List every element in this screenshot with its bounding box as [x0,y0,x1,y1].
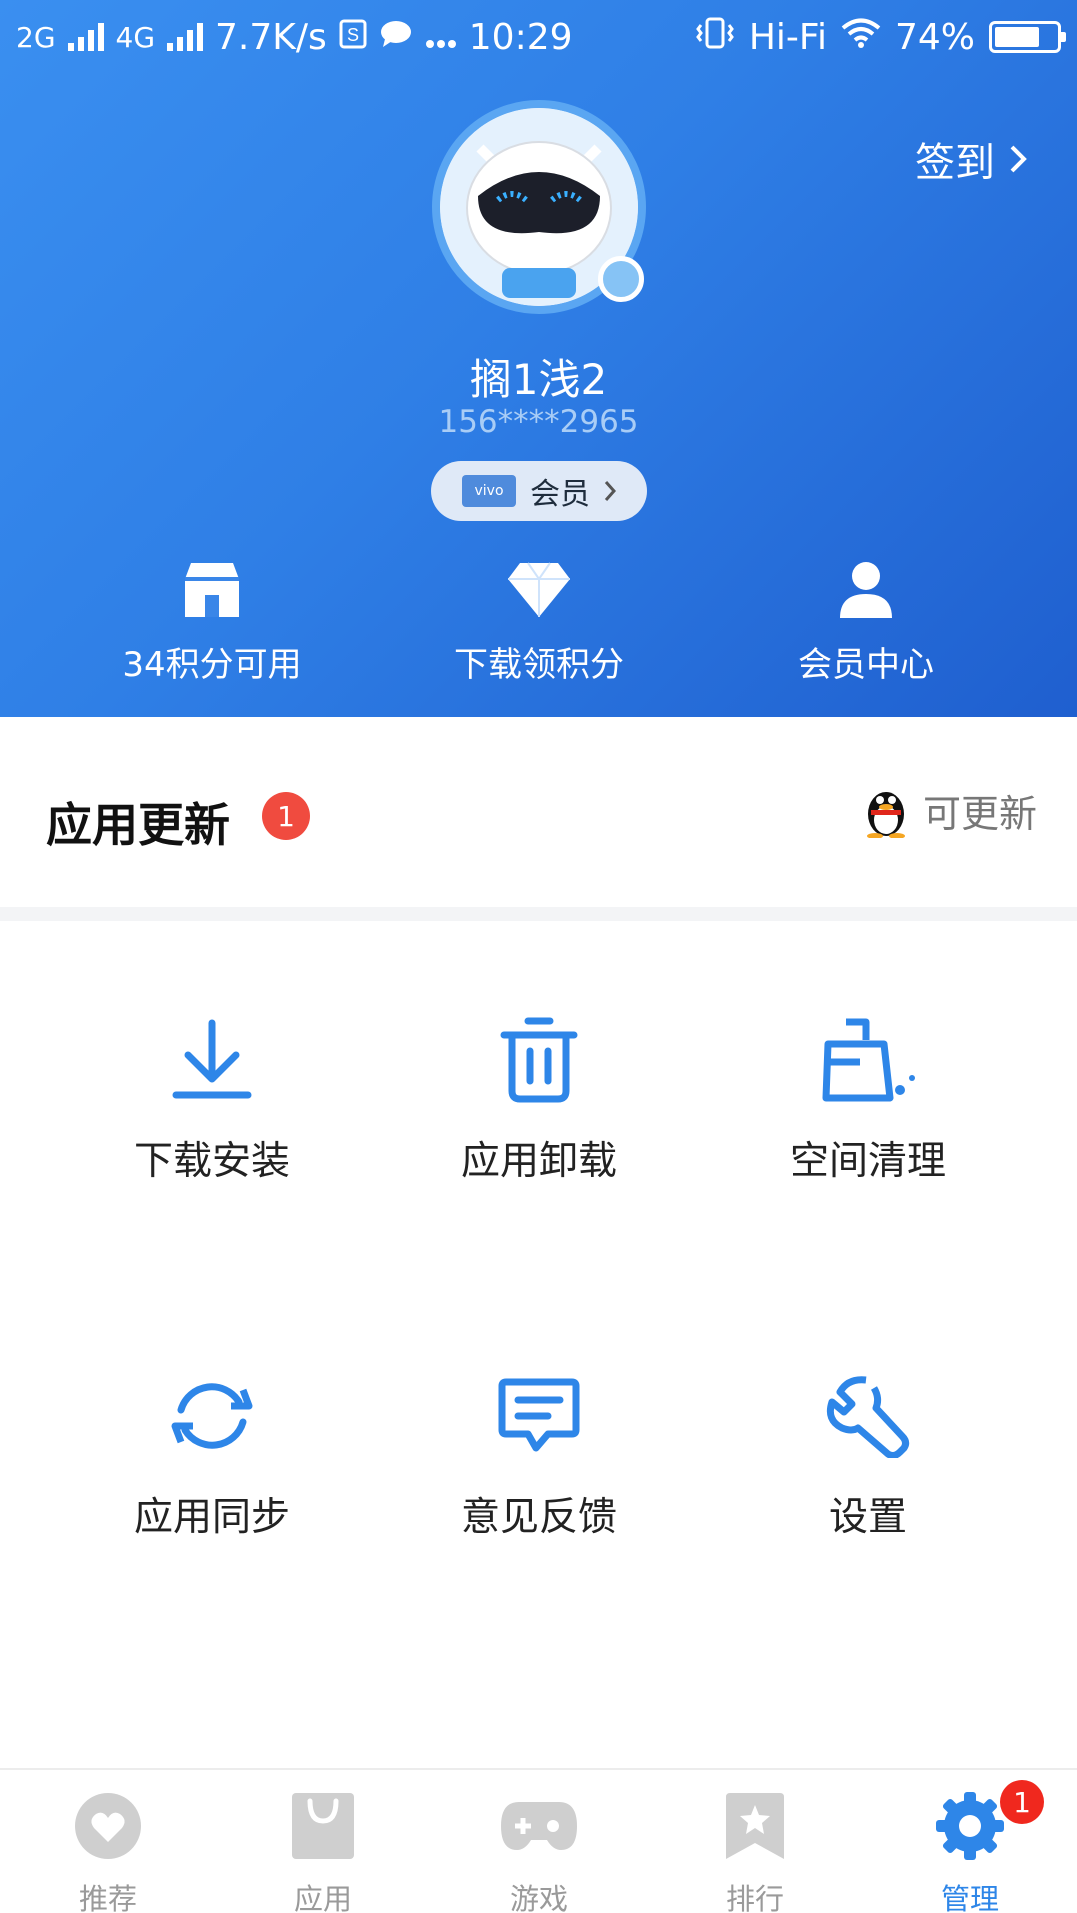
trash-icon [500,1017,578,1103]
signal-icon [167,23,204,51]
phone-number: 156****2965 [438,404,639,440]
tab-label: 管理 [940,1882,999,1913]
download-icon [172,1019,252,1099]
store-icon [185,563,239,617]
gamepad-icon [501,1802,577,1850]
updatable-label: 可更新 [922,792,1037,836]
battery-percent: 74% [894,16,975,58]
updatable-apps[interactable]: 可更新 [863,783,1037,838]
app-update-title: 应用更新 [46,798,230,852]
tool-label: 应用同步 [133,1495,290,1540]
svg-text:S: S [347,25,359,45]
vip-member-button[interactable]: vivo 会员 [431,461,647,521]
member-center-button[interactable]: 会员中心 [716,555,1016,686]
checkin-button[interactable]: 签到 [915,130,1027,188]
quick-action-label: 下载领积分 [454,645,624,685]
status-bar: 2G 4G 7.7K/s S 10:29 Hi-Fi 74% [0,0,1077,76]
chevron-right-icon [604,481,616,501]
qq-penguin-icon [866,791,905,838]
app-uninstall-button[interactable]: 应用卸载 [374,1010,704,1186]
wrench-icon [826,1376,910,1458]
tool-label: 空间清理 [789,1139,946,1184]
tab-label: 排行 [725,1882,784,1913]
tool-label: 设置 [828,1495,907,1540]
section-divider [0,907,1077,921]
quick-actions: 34积分可用 下载领积分 会员中心 [0,555,1077,695]
sync-icon [171,1383,253,1449]
app-sync-button[interactable]: 应用同步 [47,1366,377,1542]
vibrate-icon [695,16,735,59]
broom-icon [822,1018,915,1102]
tab-ranking[interactable]: 排行 [675,1788,835,1913]
app-update-row[interactable]: 应用更新 可更新 [0,717,1077,907]
more-dots-icon [425,17,457,58]
tab-label: 应用 [293,1882,352,1913]
download-for-points-button[interactable]: 下载领积分 [389,555,689,686]
feedback-icon [498,1378,580,1452]
profile-header: 2G 4G 7.7K/s S 10:29 Hi-Fi 74% 签到 搁1浅2 1… [0,0,1077,717]
message-bubble-icon [379,17,413,58]
feedback-button[interactable]: 意见反馈 [374,1366,704,1542]
vivo-logo-icon: vivo [462,475,516,507]
update-count-badge: 1 [262,792,310,840]
network-label-4g: 4G [115,20,156,54]
verified-badge-icon [598,256,644,302]
points-available-button[interactable]: 34积分可用 [62,555,362,686]
manage-notification-badge: 1 [1000,1780,1044,1824]
checkin-label: 签到 [915,140,995,186]
hifi-label: Hi-Fi [748,16,827,58]
settings-button[interactable]: 设置 [703,1366,1033,1542]
wifi-icon [841,17,881,58]
tool-label: 应用卸载 [460,1139,617,1184]
bag-icon [292,1793,354,1859]
quick-action-label: 会员中心 [798,645,934,685]
tool-label: 意见反馈 [460,1495,617,1540]
network-speed: 7.7K/s [215,16,327,58]
heart-icon [75,1793,141,1859]
tab-label: 游戏 [509,1882,568,1913]
space-cleanup-button[interactable]: 空间清理 [703,1010,1033,1186]
vip-label: 会员 [530,477,590,512]
avatar[interactable] [432,100,646,314]
network-label-2g: 2G [16,20,56,54]
rank-bookmark-icon [726,1793,784,1859]
gear-icon [936,1792,1004,1860]
tab-games[interactable]: 游戏 [459,1788,619,1913]
bottom-nav: 推荐 应用 游戏 排行 管理 [0,1768,1077,1913]
tab-recommend[interactable]: 推荐 [28,1788,188,1913]
user-icon [840,562,892,618]
tab-apps[interactable]: 应用 [243,1788,403,1913]
tool-label: 下载安装 [133,1139,290,1184]
chevron-right-icon [1010,145,1027,173]
quick-action-label: 34积分可用 [122,645,302,685]
battery-icon [989,21,1066,53]
clock: 10:29 [468,16,573,58]
tab-label: 推荐 [78,1882,137,1913]
diamond-icon [508,562,570,617]
signal-icon [67,23,104,51]
username: 搁1浅2 [469,355,608,404]
download-install-button[interactable]: 下载安装 [47,1010,377,1186]
s-app-icon: S [339,17,367,58]
